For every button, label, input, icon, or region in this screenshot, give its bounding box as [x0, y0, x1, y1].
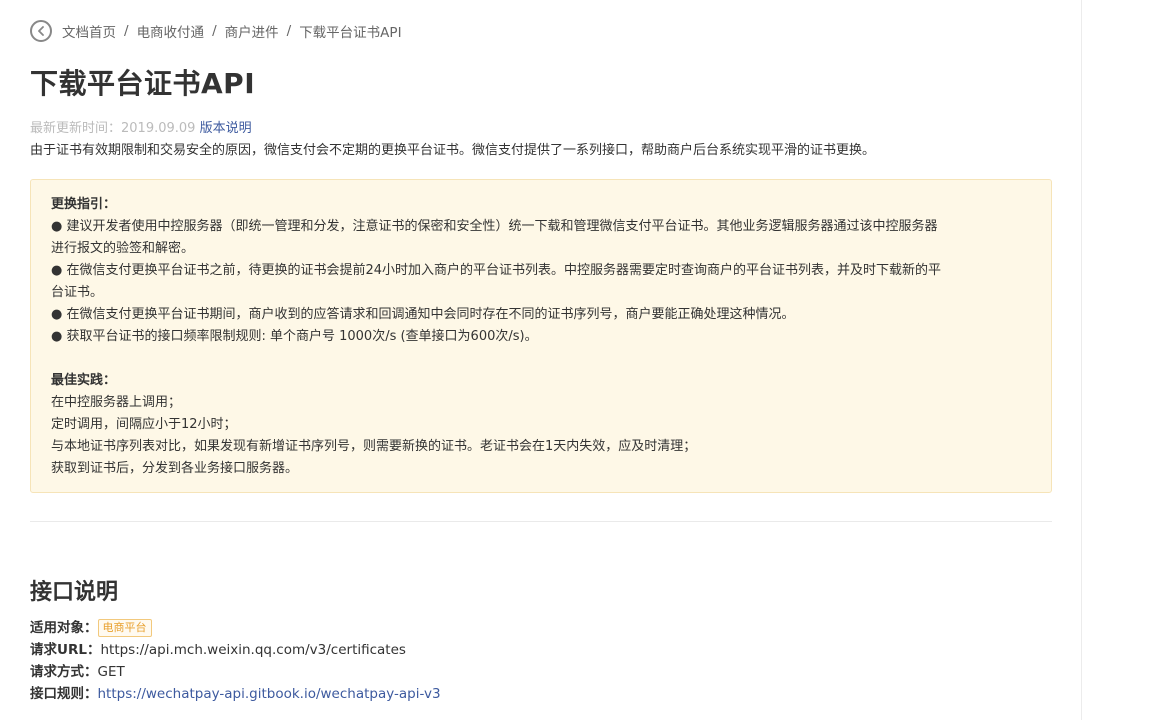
guide-line: 进行报文的验签和解密。: [51, 241, 195, 256]
api-rules-link[interactable]: https://wechatpay-api.gitbook.io/wechatp…: [98, 683, 441, 705]
notice-spacer: [51, 348, 1031, 370]
api-spec-list: 适用对象： 电商平台 请求URL： https://api.mch.weixin…: [30, 617, 441, 705]
breadcrumb-separator: /: [286, 23, 292, 39]
breadcrumb-item-doc-home[interactable]: 文档首页: [62, 21, 116, 41]
guide-line: ● 在微信支付更换平台证书之前，待更换的证书会提前24小时加入商户的平台证书列表…: [51, 263, 942, 278]
practice-line: 定时调用，间隔应小于12小时；: [51, 417, 237, 432]
chevron-left-icon: [38, 26, 44, 36]
request-url-value: https://api.mch.weixin.qq.com/v3/certifi…: [100, 642, 406, 658]
page-title: 下载平台证书API: [30, 67, 256, 100]
spec-label: 请求URL：: [30, 642, 101, 658]
guide-line: ● 建议开发者使用中控服务器（即统一管理和分发，注意证书的保密和安全性）统一下载…: [51, 219, 938, 234]
update-meta: 最新更新时间：2019.09.09 版本说明: [30, 117, 252, 136]
practice-line: 在中控服务器上调用；: [51, 395, 182, 410]
section-title-api: 接口说明: [30, 580, 119, 605]
breadcrumb-item-ecommerce[interactable]: 电商收付通: [137, 21, 205, 41]
intro-text: 由于证书有效期限制和交易安全的原因，微信支付会不定期的更换平台证书。微信支付提供…: [30, 143, 876, 158]
breadcrumb-item-merchant-onboarding[interactable]: 商户进件: [225, 21, 279, 41]
breadcrumb-separator: /: [124, 23, 129, 39]
breadcrumb-separator: /: [212, 23, 217, 39]
breadcrumb: 文档首页 / 电商收付通 / 商户进件 / 下载平台证书API: [30, 17, 402, 45]
spec-row-target: 适用对象： 电商平台: [30, 617, 441, 639]
spec-label: 接口规则：: [30, 686, 98, 702]
practice-title: 最佳实践：: [51, 373, 117, 388]
spec-row-method: 请求方式： GET: [30, 661, 441, 683]
updated-time: 最新更新时间：2019.09.09: [30, 121, 196, 136]
right-panel-divider: [1081, 0, 1082, 720]
guide-title: 更换指引：: [51, 197, 117, 212]
practice-line: 与本地证书序列表对比，如果发现有新增证书序列号，则需要新换的证书。老证书会在1天…: [51, 439, 697, 454]
guide-line: 台证书。: [51, 285, 104, 300]
spec-row-rules: 接口规则： https://wechatpay-api.gitbook.io/w…: [30, 683, 441, 705]
notice-box: 更换指引： ● 建议开发者使用中控服务器（即统一管理和分发，注意证书的保密和安全…: [30, 179, 1052, 493]
request-method-value: GET: [97, 664, 125, 680]
guide-line: ● 在微信支付更换平台证书期间，商户收到的应答请求和回调通知中会同时存在不同的证…: [51, 307, 795, 322]
spec-label: 适用对象：: [30, 620, 98, 636]
practice-line: 获取到证书后，分发到各业务接口服务器。: [51, 461, 299, 476]
guide-line: ● 获取平台证书的接口频率限制规则: 单个商户号 1000次/s (查单接口为6…: [51, 329, 538, 344]
spec-label: 请求方式：: [30, 664, 98, 680]
section-divider: [30, 521, 1052, 522]
version-notes-link[interactable]: 版本说明: [200, 121, 252, 136]
breadcrumb-item-current: 下载平台证书API: [299, 25, 402, 41]
target-tag-badge: 电商平台: [97, 619, 152, 637]
spec-row-url: 请求URL： https://api.mch.weixin.qq.com/v3/…: [30, 639, 441, 661]
back-button[interactable]: [30, 20, 52, 42]
